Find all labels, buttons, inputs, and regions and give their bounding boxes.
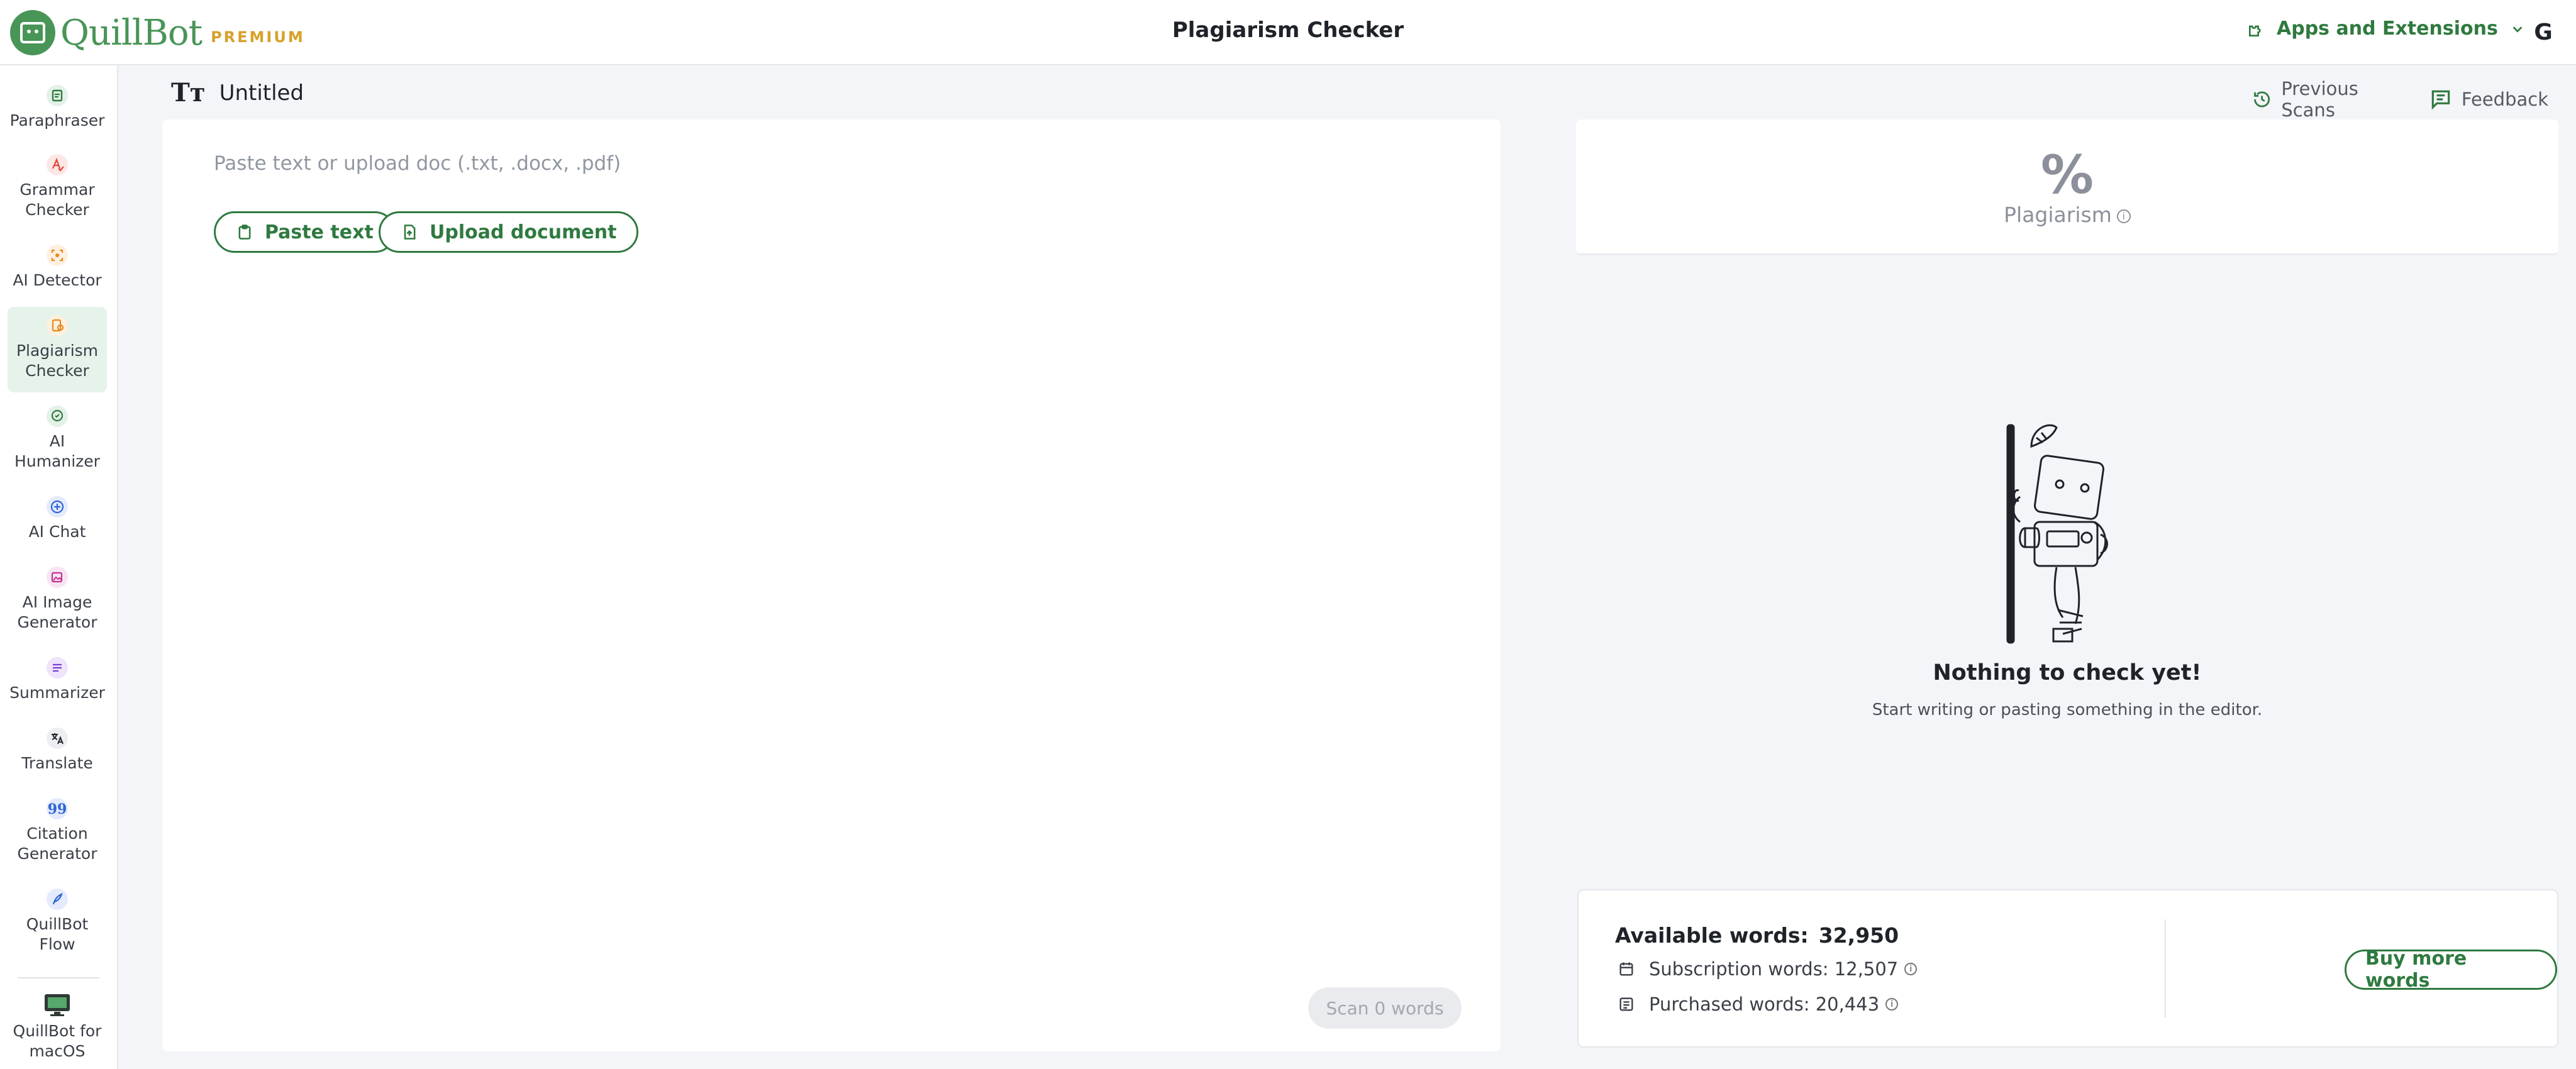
subscription-words: Subscription words: 12,507 i <box>1618 958 1918 980</box>
purchased-words-label: Purchased words: 20,443 <box>1649 994 1880 1015</box>
translate-icon <box>47 728 68 749</box>
sidebar-divider <box>18 977 99 978</box>
text-editor[interactable]: Paste text or upload doc (.txt, .docx, .… <box>162 119 1501 1051</box>
sidebar-item-label: Paraphraser <box>9 111 105 130</box>
paste-text-label: Paste text <box>265 221 374 243</box>
purchased-words: Purchased words: 20,443 i <box>1618 994 1899 1015</box>
sidebar-item-label: QuillBot Flow <box>26 915 89 953</box>
plagiarism-label: Plagiarism i <box>1576 202 2558 227</box>
list-icon <box>1619 997 1633 1011</box>
sidebar-item-grammar-checker[interactable]: Grammar Checker <box>8 146 107 234</box>
info-icon[interactable]: i <box>1885 998 1899 1011</box>
document-title[interactable]: Untitled <box>219 80 304 106</box>
empty-state-subtitle: Start writing or pasting something in th… <box>1872 701 2263 719</box>
sidebar-item-citation-generator[interactable]: 99 Citation Generator <box>8 790 107 878</box>
upload-document-button[interactable]: Upload document <box>379 211 639 253</box>
ai-detector-icon <box>47 245 68 266</box>
sidebar-item-paraphraser[interactable]: Paraphraser <box>8 77 107 140</box>
sidebar-item-ai-humanizer[interactable]: AI Humanizer <box>8 397 107 485</box>
chevron-down-icon <box>2512 26 2523 33</box>
paste-text-button[interactable]: Paste text <box>214 211 396 253</box>
sidebar-item-quillbot-flow[interactable]: QuillBot Flow <box>8 880 107 968</box>
ai-chat-icon <box>47 496 68 518</box>
available-words-label: Available words: <box>1615 923 1809 948</box>
info-icon[interactable]: i <box>2116 209 2131 223</box>
sidebar-item-label: AI Detector <box>13 271 102 289</box>
apps-extensions-label: Apps and Extensions <box>2277 18 2498 40</box>
sidebar-item-ai-image-generator[interactable]: AI Image Generator <box>8 558 107 646</box>
puzzle-icon <box>2249 25 2261 36</box>
sidebar-item-translate[interactable]: Translate <box>8 719 107 782</box>
sidebar-item-label: AI Humanizer <box>14 432 100 470</box>
clipboard-icon <box>238 224 251 240</box>
plagiarism-percent: % <box>2040 144 2094 206</box>
feedback-label: Feedback <box>2461 89 2548 110</box>
svg-text:99: 99 <box>48 801 67 817</box>
editor-placeholder: Paste text or upload doc (.txt, .docx, .… <box>214 152 621 175</box>
sidebar-item-label: Translate <box>21 754 93 772</box>
subscription-words-label: Subscription words: 12,507 <box>1649 958 1899 980</box>
sidebar-item-label: AI Image Generator <box>17 593 97 631</box>
sidebar-item-plagiarism-checker[interactable]: Plagiarism Checker <box>8 307 107 392</box>
page-title: Plagiarism Checker <box>1172 18 1404 43</box>
sidebar-item-ai-detector[interactable]: AI Detector <box>8 236 107 299</box>
sidebar-item-label: Plagiarism Checker <box>16 341 99 380</box>
upload-file-icon <box>404 224 416 240</box>
macos-icon <box>45 994 70 1016</box>
history-icon <box>2254 91 2270 108</box>
empty-state-title: Nothing to check yet! <box>1933 660 2202 685</box>
sidebar-item-label: Summarizer <box>9 684 105 702</box>
previous-scans-label: Previous Scans <box>2281 78 2358 121</box>
user-avatar[interactable]: G <box>2527 16 2560 49</box>
sidebar: Paraphraser Grammar Checker AI Detector … <box>0 65 118 1069</box>
sidebar-item-label: Citation Generator <box>17 824 97 863</box>
summarizer-icon <box>47 657 68 679</box>
ai-image-generator-icon <box>47 567 68 588</box>
sidebar-item-summarizer[interactable]: Summarizer <box>8 649 107 712</box>
quillbot-flow-icon <box>47 889 68 910</box>
ai-humanizer-icon <box>47 406 68 427</box>
robot-illustration <box>2006 424 2108 644</box>
sidebar-item-label: AI Chat <box>28 523 86 541</box>
sidebar-item-label: QuillBot for macOS <box>13 1022 102 1060</box>
plagiarism-score-card: % Plagiarism i <box>1576 119 2558 255</box>
text-format-icon: Tт <box>171 78 206 108</box>
scan-button[interactable]: Scan 0 words <box>1308 987 1462 1029</box>
feedback-button[interactable]: Feedback <box>2429 87 2548 111</box>
card-divider <box>2165 919 2166 1017</box>
citation-generator-icon: 99 <box>47 798 68 819</box>
document-title-bar[interactable]: Tт Untitled <box>171 78 304 108</box>
upload-document-label: Upload document <box>430 221 617 243</box>
word-balance-card: Available words: 32,950 Subscription word… <box>1577 889 2558 1048</box>
top-header: QuillBot PREMIUM Plagiarism Checker Apps… <box>0 0 2576 65</box>
sidebar-item-ai-chat[interactable]: AI Chat <box>8 488 107 551</box>
paraphraser-icon <box>47 85 68 106</box>
info-icon[interactable]: i <box>1904 963 1918 975</box>
grammar-checker-icon <box>47 154 68 175</box>
sidebar-item-label: Grammar Checker <box>19 180 95 219</box>
plagiarism-label-text: Plagiarism <box>2004 202 2112 227</box>
buy-more-words-button[interactable]: Buy more words <box>2345 948 2557 992</box>
feedback-icon <box>2431 90 2450 110</box>
previous-scans-button[interactable]: Previous Scans <box>2251 78 2401 121</box>
calendar-icon <box>1619 962 1633 976</box>
available-words-value: 32,950 <box>1818 923 1899 948</box>
available-words: Available words: 32,950 <box>1615 923 1899 948</box>
document-actions: Previous Scans Feedback <box>2251 78 2576 121</box>
plagiarism-checker-icon <box>47 315 68 336</box>
sidebar-item-quillbot-macos[interactable]: QuillBot for macOS <box>8 985 107 1066</box>
apps-extensions-button[interactable]: Apps and Extensions <box>2246 18 2524 40</box>
